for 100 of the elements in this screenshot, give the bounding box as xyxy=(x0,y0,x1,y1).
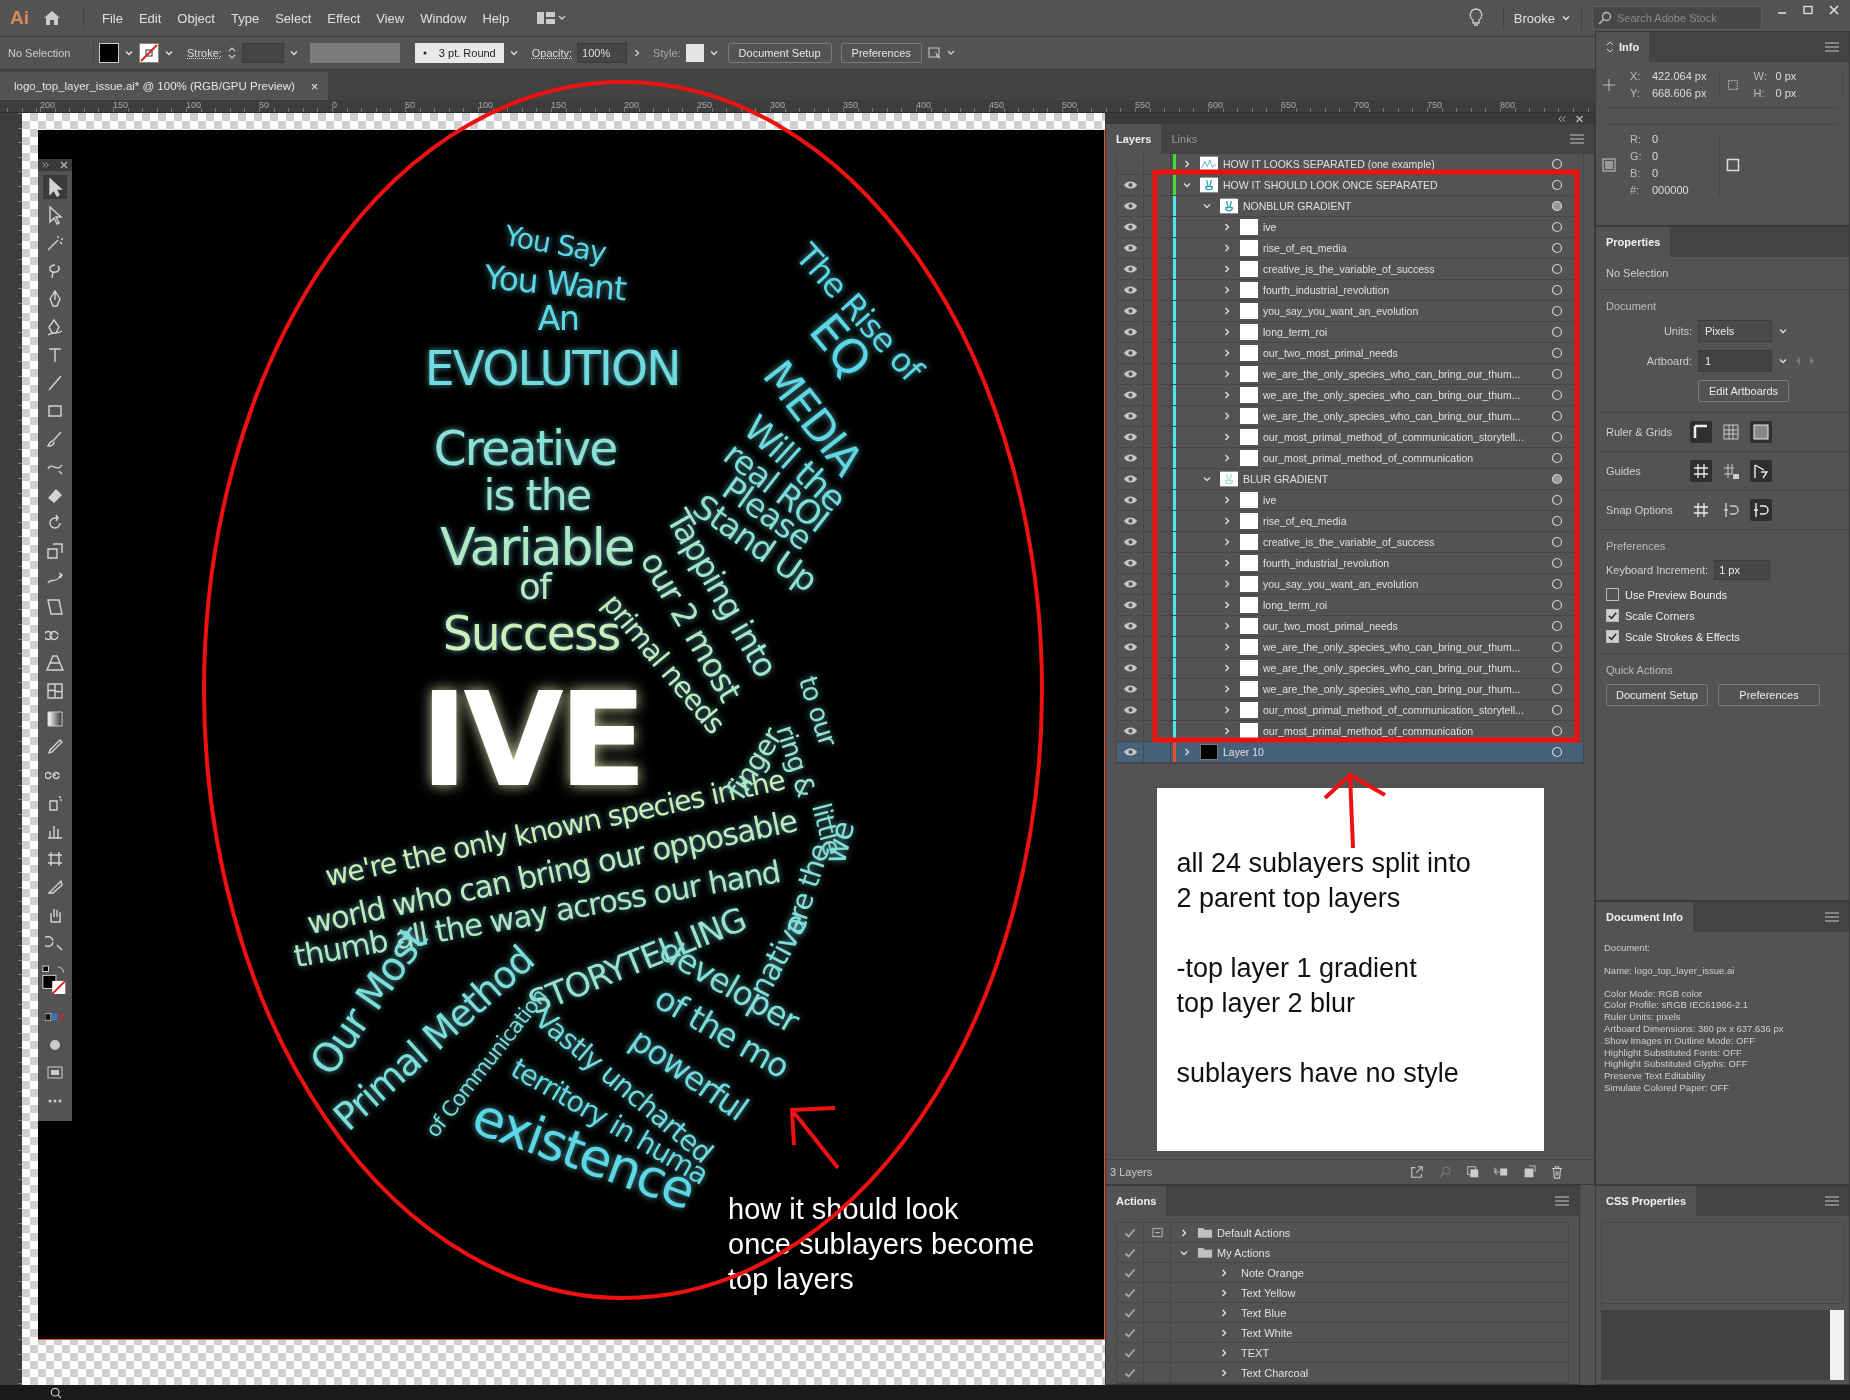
close-icon[interactable] xyxy=(1575,115,1584,123)
eye-icon[interactable] xyxy=(1122,705,1138,715)
fill-swatch[interactable] xyxy=(99,43,119,63)
spinner-arrows-icon[interactable] xyxy=(226,45,237,61)
chevron-right-icon[interactable] xyxy=(1222,411,1232,421)
panel-tab[interactable]: Actions xyxy=(1106,1186,1167,1216)
target-circle-icon[interactable] xyxy=(1551,368,1563,380)
eye-icon[interactable] xyxy=(1122,558,1138,568)
action-row[interactable]: Text White xyxy=(1117,1323,1568,1343)
target-circle-icon[interactable] xyxy=(1551,326,1563,338)
target-circle-icon[interactable] xyxy=(1551,599,1563,611)
target-circle-icon[interactable] xyxy=(1551,494,1563,506)
chevron-down-icon[interactable] xyxy=(1202,201,1212,211)
chevron-right-icon[interactable] xyxy=(1222,642,1232,652)
panel-tab[interactable]: Layers xyxy=(1106,124,1162,154)
target-circle-icon[interactable] xyxy=(1551,284,1563,296)
menu-item[interactable]: Help xyxy=(482,10,510,26)
new-layer-icon[interactable] xyxy=(1522,1165,1536,1179)
close-icon[interactable] xyxy=(1828,4,1840,16)
caret-icon[interactable] xyxy=(1561,13,1571,23)
layer-row[interactable]: we_are_the_only_species_who_can_bring_our_thum... xyxy=(1117,364,1583,385)
chevron-right-icon[interactable] xyxy=(1222,390,1232,400)
caret-icon[interactable] xyxy=(288,48,299,58)
target-circle-icon[interactable] xyxy=(1551,683,1563,695)
eye-icon[interactable] xyxy=(1122,201,1138,211)
eye-icon[interactable] xyxy=(1122,264,1138,274)
panel-tab[interactable]: CSS Properties xyxy=(1596,1186,1697,1216)
checkbox[interactable] xyxy=(1606,588,1619,601)
new-sublayer-icon[interactable] xyxy=(1494,1165,1508,1179)
chevron-right-icon[interactable] xyxy=(1222,243,1232,253)
layer-row[interactable]: we_are_the_only_species_who_can_bring_our_thum... xyxy=(1117,385,1583,406)
panel-tab[interactable]: Properties xyxy=(1596,227,1671,257)
layer-row[interactable]: you_say_you_want_an_evolution xyxy=(1117,301,1583,322)
checkmark-icon[interactable] xyxy=(1124,1346,1136,1359)
checkmark-icon[interactable] xyxy=(1124,1246,1136,1259)
layer-row[interactable]: fourth_industrial_revolution xyxy=(1117,280,1583,301)
target-circle-icon[interactable] xyxy=(1551,725,1563,737)
brush-definition-dropdown[interactable]: 3 pt. Round xyxy=(414,43,504,63)
opacity-label[interactable]: Opacity: xyxy=(531,47,573,59)
menu-item[interactable]: Object xyxy=(177,10,215,26)
close-icon[interactable] xyxy=(60,161,68,169)
checkbox[interactable] xyxy=(1606,609,1619,622)
target-circle-icon[interactable] xyxy=(1551,641,1563,653)
eye-icon[interactable] xyxy=(1122,180,1138,190)
target-circle-icon[interactable] xyxy=(1551,410,1563,422)
menu-item[interactable]: Window xyxy=(420,10,467,26)
chevron-right-icon[interactable] xyxy=(1222,558,1232,568)
layer-row[interactable]: long_term_roi xyxy=(1117,322,1583,343)
chevron-right-icon[interactable] xyxy=(1222,285,1232,295)
panel-tab[interactable]: Links xyxy=(1161,124,1208,154)
user-menu[interactable]: Brooke xyxy=(1513,10,1555,26)
target-circle-icon[interactable] xyxy=(1551,389,1563,401)
action-row[interactable]: My Actions xyxy=(1117,1243,1568,1263)
eye-icon[interactable] xyxy=(1122,306,1138,316)
menu-item[interactable]: File xyxy=(102,10,123,26)
target-circle-icon[interactable] xyxy=(1551,242,1563,254)
target-circle-icon[interactable] xyxy=(1551,704,1563,716)
chevron-right-icon[interactable] xyxy=(1222,684,1232,694)
caret-icon[interactable] xyxy=(1778,356,1788,366)
chevron-right-icon[interactable] xyxy=(1219,1267,1229,1278)
layer-row[interactable]: fourth_industrial_revolution xyxy=(1117,553,1583,574)
caret-icon[interactable] xyxy=(124,48,134,58)
checkmark-icon[interactable] xyxy=(1124,1266,1136,1279)
chevron-right-icon[interactable] xyxy=(1222,432,1232,442)
eye-icon[interactable] xyxy=(1122,453,1138,463)
toggle-icon[interactable] xyxy=(1750,499,1772,521)
chevron-right-icon[interactable] xyxy=(1222,579,1232,589)
chevron-right-icon[interactable] xyxy=(1179,1227,1189,1238)
maximize-icon[interactable] xyxy=(1802,4,1814,16)
eye-icon[interactable] xyxy=(1122,600,1138,610)
target-circle-icon[interactable] xyxy=(1551,536,1563,548)
checkmark-icon[interactable] xyxy=(1124,1306,1136,1319)
toggle-icon[interactable] xyxy=(1750,460,1772,482)
arrange-documents-icon[interactable] xyxy=(926,45,957,61)
toggle-icon[interactable] xyxy=(1720,421,1742,443)
layer-row[interactable]: our_two_most_primal_needs xyxy=(1117,616,1583,637)
layer-row[interactable]: creative_is_the_variable_of_success xyxy=(1117,259,1583,280)
eye-icon[interactable] xyxy=(1122,642,1138,652)
collapse-icon[interactable] xyxy=(1558,115,1567,123)
chevron-right-icon[interactable] xyxy=(1222,222,1232,232)
layer-row[interactable]: NONBLUR GRADIENT xyxy=(1117,196,1583,217)
eye-icon[interactable] xyxy=(1122,495,1138,505)
eye-icon[interactable] xyxy=(1122,348,1138,358)
menu-item[interactable]: Type xyxy=(230,10,260,26)
document-tab[interactable]: logo_top_layer_issue.ai* @ 100% (RGB/GPU Preview) × xyxy=(0,72,329,100)
toolbar-button[interactable]: Document Setup xyxy=(727,43,832,63)
chevron-right-icon[interactable] xyxy=(1182,747,1192,757)
eye-icon[interactable] xyxy=(1122,663,1138,673)
chevron-right-icon[interactable] xyxy=(1222,369,1232,379)
action-row[interactable]: Note Orange xyxy=(1117,1263,1568,1283)
lightbulb-icon[interactable] xyxy=(1468,8,1483,28)
artboard-dropdown[interactable]: 1 xyxy=(1698,350,1772,372)
caret-icon[interactable] xyxy=(508,48,519,58)
panel-tab[interactable]: Document Info xyxy=(1596,902,1693,932)
layer-row[interactable]: we_are_the_only_species_who_can_bring_our_thum... xyxy=(1117,658,1583,679)
eye-icon[interactable] xyxy=(1122,285,1138,295)
chevron-right-icon[interactable] xyxy=(1222,537,1232,547)
caret-icon[interactable] xyxy=(1778,326,1788,336)
chevron-right-icon[interactable] xyxy=(1222,705,1232,715)
toggle-icon[interactable] xyxy=(1690,460,1712,482)
